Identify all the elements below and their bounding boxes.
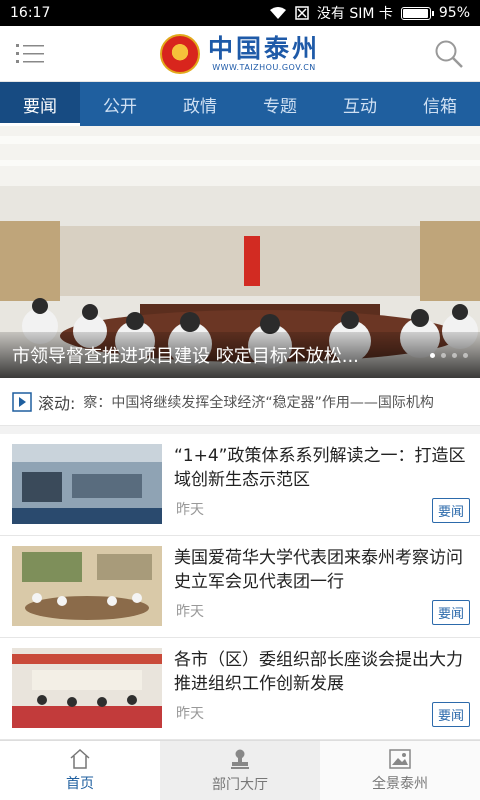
search-icon[interactable] [434,39,464,69]
menu-icon[interactable] [16,42,46,66]
tab-zhuanti[interactable]: 专题 [240,82,320,126]
carrier-text: 没有 SIM 卡 [316,6,393,22]
nav-panorama-label: 全景泰州 [372,775,428,792]
site-title: 中国泰州 [207,34,320,63]
stamp-icon [231,749,249,769]
news-item[interactable]: “1+4”政策体系系列解读之一：打造区域创新生态示范区 昨天 要闻 [0,434,480,536]
ticker-text[interactable]: 察：中国将继续发挥全球经济“稳定器”作用——国际机构 [83,392,468,412]
tab-gongkai[interactable]: 公开 [80,82,160,126]
battery-icon [400,6,434,20]
no-sim-icon [295,6,309,20]
play-icon [12,391,32,412]
nav-departments-label: 部门大厅 [212,776,268,793]
site-url: WWW.TAIZHOU.GOV.CN [212,63,316,72]
news-time: 昨天 [176,706,204,722]
carousel-dot[interactable] [441,352,446,358]
nav-home[interactable]: 首页 [0,741,160,800]
news-title[interactable]: 各市（区）委组织部长座谈会提出大力推进组织工作创新发展 [174,648,470,696]
carousel-dot[interactable] [463,352,468,358]
nav-home-label: 首页 [66,775,94,792]
ticker-label: 滚动: [38,393,76,413]
tab-xinxiang[interactable]: 信箱 [400,82,480,126]
bottom-navigation: 首页 部门大厅 全景泰州 [0,740,480,800]
app-header: 中国泰州 WWW.TAIZHOU.GOV.CN [0,26,480,82]
news-thumbnail [12,546,162,626]
news-ticker[interactable]: 滚动: 察：中国将继续发挥全球经济“稳定器”作用——国际机构 [0,378,480,426]
status-time: 16:17 [10,5,51,21]
news-title[interactable]: “1+4”政策体系系列解读之一：打造区域创新生态示范区 [174,444,470,492]
tab-hudong[interactable]: 互动 [320,82,400,126]
status-bar: 16:17 没有 SIM 卡 95% [0,0,480,26]
carousel-dot[interactable] [452,352,457,358]
battery-percent: 95% [438,5,470,21]
news-list: “1+4”政策体系系列解读之一：打造区域创新生态示范区 昨天 要闻 美国爱荷华大… [0,434,480,740]
hero-carousel[interactable]: 市领导督查推进项目建设 咬定目标不放松... [0,126,480,378]
news-category-tag[interactable]: 要闻 [431,498,470,523]
news-time: 昨天 [176,604,204,620]
image-icon [389,748,411,769]
news-category-tag[interactable]: 要闻 [431,702,470,727]
carousel-dot[interactable] [430,352,435,358]
news-time: 昨天 [176,502,204,518]
national-emblem-icon [159,33,200,74]
news-item[interactable]: 各市（区）委组织部长座谈会提出大力推进组织工作创新发展 昨天 要闻 [0,638,480,740]
news-category-tag[interactable]: 要闻 [431,600,470,625]
news-item[interactable]: 美国爱荷华大学代表团来泰州考察访问 史立军会见代表团一行 昨天 要闻 [0,536,480,638]
nav-panorama[interactable]: 全景泰州 [320,741,480,800]
tab-zhengqing[interactable]: 政情 [160,82,240,126]
tab-yaowen[interactable]: 要闻 [0,82,80,126]
news-thumbnail [12,444,162,524]
hero-caption[interactable]: 市领导督查推进项目建设 咬定目标不放松... [12,342,359,368]
category-tabs: 要闻 公开 政情 专题 互动 信箱 [0,82,480,126]
news-title[interactable]: 美国爱荷华大学代表团来泰州考察访问 史立军会见代表团一行 [174,546,470,594]
home-icon [70,748,90,769]
carousel-indicator [430,352,468,358]
nav-departments[interactable]: 部门大厅 [160,741,320,800]
news-thumbnail [12,648,162,728]
wifi-icon [269,7,286,19]
site-logo: 中国泰州 WWW.TAIZHOU.GOV.CN [159,33,320,74]
